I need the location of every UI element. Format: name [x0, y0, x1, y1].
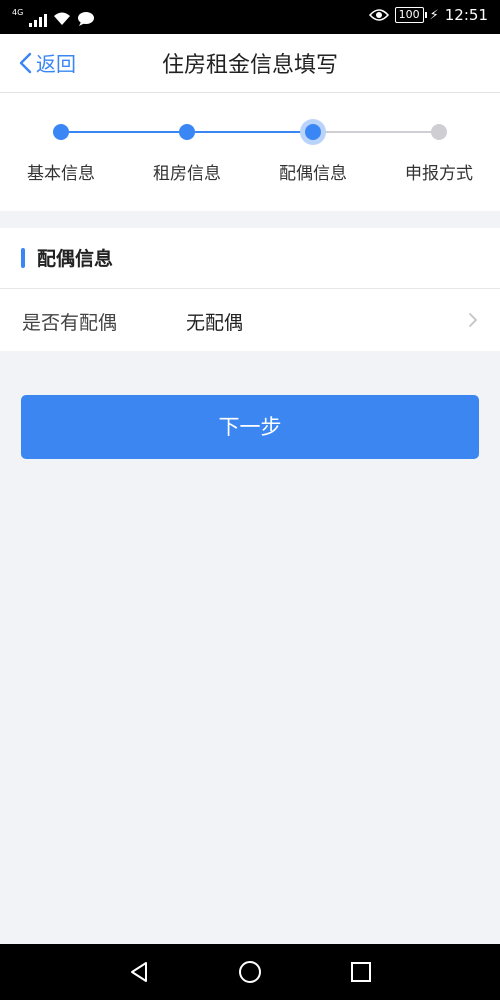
signal-icon	[29, 13, 48, 27]
status-left: 4G	[12, 7, 95, 27]
section-header: 配偶信息	[0, 228, 500, 289]
recents-square-icon[interactable]	[349, 960, 373, 984]
step-dot-rental	[179, 124, 195, 140]
has-spouse-row[interactable]: 是否有配偶 无配偶	[0, 289, 500, 351]
step-dot-spouse	[305, 124, 321, 140]
step-label-rental: 租房信息	[153, 164, 221, 184]
network-type: 4G	[12, 8, 24, 17]
step-line-pending	[313, 131, 439, 133]
step-dot-declare	[431, 124, 447, 140]
has-spouse-value: 无配偶	[186, 312, 244, 334]
status-right: 100 ⚡ 12:51	[368, 6, 488, 24]
home-circle-icon[interactable]	[238, 960, 262, 984]
wifi-icon	[54, 12, 71, 25]
status-bar: 4G 100 ⚡ 12:51	[0, 0, 500, 34]
back-triangle-icon[interactable]	[127, 960, 151, 984]
chat-icon	[78, 12, 95, 26]
step-label-declare: 申报方式	[405, 164, 473, 184]
section-accent-bar	[21, 248, 25, 268]
system-nav-bar	[0, 944, 500, 1000]
has-spouse-label: 是否有配偶	[22, 312, 118, 334]
clock: 12:51	[444, 6, 488, 24]
battery-icon: 100	[394, 7, 427, 23]
section-title: 配偶信息	[37, 248, 114, 270]
spouse-section: 配偶信息 是否有配偶 无配偶	[0, 228, 500, 351]
progress-steps: 基本信息 租房信息 配偶信息 申报方式	[0, 93, 500, 211]
next-step-button[interactable]: 下一步	[21, 395, 479, 459]
chevron-right-icon	[469, 313, 477, 327]
step-dot-basic	[53, 124, 69, 140]
charging-icon: ⚡	[429, 7, 439, 23]
step-label-basic: 基本信息	[27, 164, 95, 184]
page-title: 住房租金信息填写	[161, 53, 338, 78]
step-label-spouse: 配偶信息	[279, 164, 347, 184]
nav-bar: 返回 住房租金信息填写	[0, 34, 500, 93]
eye-icon	[368, 9, 389, 21]
